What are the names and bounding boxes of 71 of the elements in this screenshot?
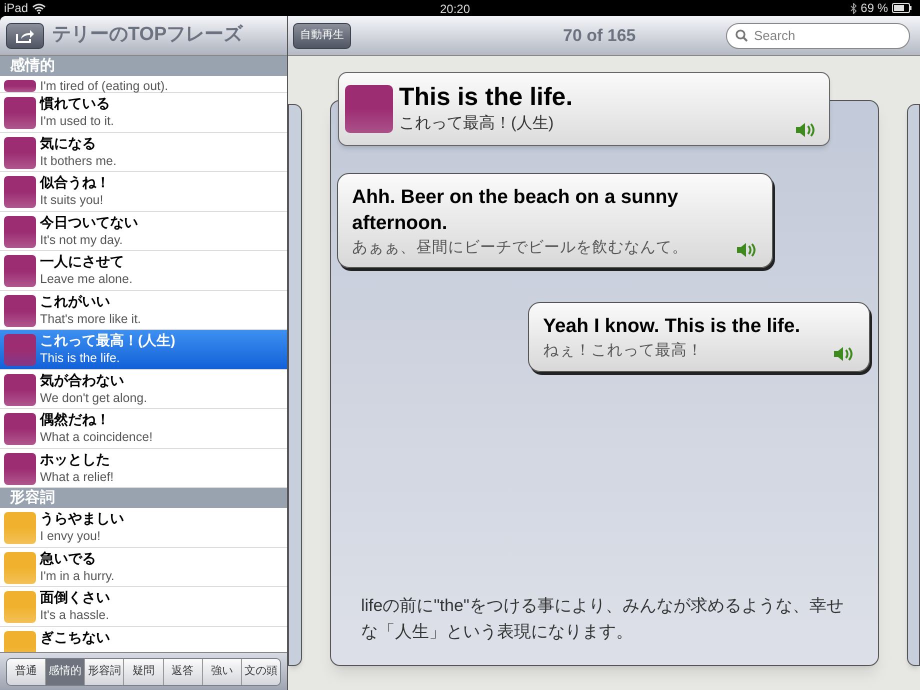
phrase-english: What a relief! <box>40 468 114 486</box>
category-tab[interactable]: 普通 <box>7 658 46 684</box>
phrase-english: I'm tired of (eating out). <box>40 78 168 95</box>
share-button[interactable] <box>6 22 44 48</box>
phrase-row[interactable]: 気が合わない We don't get along. <box>0 370 287 409</box>
category-tab[interactable]: 疑問 <box>124 658 164 684</box>
phrase-english: Leave me alone. <box>40 271 132 288</box>
phrase-subtitle: これって最高！(人生) <box>399 114 555 134</box>
phrase-row[interactable]: 今日ついてない It's not my day. <box>0 212 287 251</box>
phrase-japanese: 今日ついてない <box>40 212 138 230</box>
speaker-icon <box>795 121 817 139</box>
phrase-english: I'm in a hurry. <box>40 568 114 584</box>
category-tab[interactable]: 形容詞 <box>85 658 124 684</box>
sidebar-title: テリーのTOPフレーズ <box>52 23 243 48</box>
explanation-text: lifeの前に"the"をつける事により、みんなが求めるような、幸せな「人生」という表現になります。 <box>361 595 844 643</box>
phrase-japanese: 面倒くさい <box>40 588 110 606</box>
phrase-row[interactable]: 偶然だね！ What a coincidence! <box>0 409 287 448</box>
phrase-row[interactable]: 似合うね！ It suits you! <box>0 172 287 212</box>
battery-percent: 69 % <box>860 0 888 17</box>
phrase-english: That's more like it. <box>40 310 142 328</box>
search-input[interactable]: Search <box>754 26 901 46</box>
category-tab[interactable]: 返答 <box>164 658 203 684</box>
dialogue-english: Yeah I know. This is the life. <box>543 314 802 340</box>
phrase-japanese: うらやましい <box>40 509 124 527</box>
phrase-row[interactable]: ぎこちない <box>0 626 287 652</box>
phrase-japanese: 急いでる <box>40 548 97 566</box>
phrase-english: We don't get along. <box>40 390 148 406</box>
battery-icon <box>892 3 912 13</box>
phrase-english: It's not my day. <box>40 232 124 248</box>
phrase-row[interactable]: これがいい That's more like it. <box>0 290 287 330</box>
phrase-english: It bothers me. <box>40 152 116 170</box>
status-time: 20:20 <box>440 1 470 18</box>
phrase-english: I envy you! <box>40 528 102 545</box>
phrase-japanese: 気になる <box>40 134 97 152</box>
section-header: 形容詞 <box>0 488 287 508</box>
phrase-row[interactable]: 急いでる I'm in a hurry. <box>0 548 287 587</box>
phrase-japanese: ホッとした <box>40 450 111 468</box>
device-name: iPad <box>4 0 28 17</box>
phrase-row[interactable]: これって最高！(人生) This is the life. <box>0 330 287 370</box>
phrase-title: This is the life. <box>399 82 574 112</box>
dialogue-japanese: あぁぁ、昼間にビーチでビールを飲むなんて。 <box>352 238 688 258</box>
category-tab[interactable]: 強い <box>202 658 242 684</box>
phrase-english: What a coincidence! <box>40 429 153 446</box>
phrase-japanese: これがいい <box>40 292 111 310</box>
section-header: 感情的 <box>0 56 287 76</box>
phrase-english: It suits you! <box>40 192 104 209</box>
bluetooth-icon <box>850 2 857 14</box>
phrase-japanese: 似合うね！ <box>40 173 110 191</box>
phrase-row[interactable]: ホッとした What a relief! <box>0 448 287 488</box>
category-tab[interactable]: 文の頭 <box>242 658 280 684</box>
page-counter: 70 of 165 <box>563 24 636 47</box>
search-icon <box>735 29 748 42</box>
phrase-japanese: これって最高！(人生) <box>40 331 176 349</box>
share-icon <box>15 28 35 44</box>
search-field[interactable]: Search <box>726 22 910 48</box>
phrase-english: I'm used to it. <box>40 113 114 130</box>
wifi-icon <box>32 2 46 14</box>
phrase-english: It's a hassle. <box>40 607 110 624</box>
phrase-japanese: 慣れている <box>40 94 111 112</box>
phrase-japanese: 気が合わない <box>40 370 125 388</box>
speaker-icon <box>736 241 758 260</box>
phrase-japanese: 偶然だね！ <box>40 410 111 428</box>
dialogue-japanese: ねぇ！これって最高！ <box>543 341 703 362</box>
phrase-japanese: 一人にさせて <box>40 252 125 270</box>
phrase-english: This is the life. <box>40 350 121 367</box>
phrase-row[interactable]: 慣れている I'm used to it. <box>0 93 287 132</box>
category-tab[interactable]: 感情的 <box>46 658 86 684</box>
phrase-japanese: ぎこちない <box>40 628 110 646</box>
dialogue-english: Ahh. Beer on the beach on a sunny afternoon. <box>352 185 680 236</box>
speaker-icon <box>833 344 855 362</box>
autoplay-button[interactable]: 自動再生 <box>293 22 351 48</box>
